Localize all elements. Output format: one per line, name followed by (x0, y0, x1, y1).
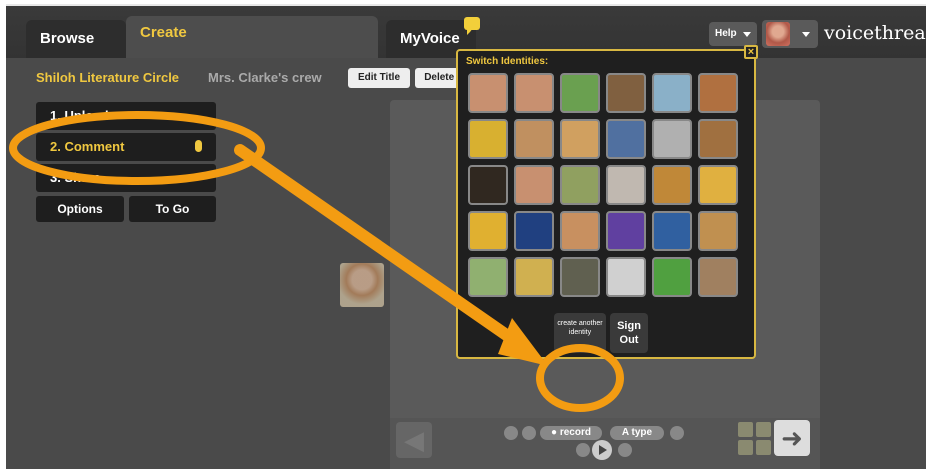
identity-bird-cartoon[interactable] (652, 211, 692, 251)
type-button[interactable]: A type (610, 426, 664, 440)
menu-item-label: 2. Comment (50, 139, 125, 154)
identity-tiger-cartoon[interactable] (698, 165, 738, 205)
thumbnails-icon[interactable] (738, 422, 772, 456)
create-identity-button[interactable]: create another identity (554, 313, 606, 353)
user-menu-button[interactable] (762, 20, 818, 48)
identity-zebra[interactable] (652, 119, 692, 159)
identity-black-dog[interactable] (468, 165, 508, 205)
identity-kitten[interactable] (606, 165, 646, 205)
edit-title-button[interactable]: Edit Title (348, 68, 410, 88)
dialog-title: Switch Identities: (466, 56, 549, 67)
options-button[interactable]: Options (36, 196, 124, 222)
menu-item-label: 3. Share (50, 170, 101, 185)
avatar (766, 22, 790, 46)
previous-slide-arrow-icon[interactable]: ◀ (396, 422, 432, 458)
commenter-avatar[interactable] (340, 263, 384, 307)
identity-turtle[interactable] (468, 257, 508, 297)
chevron-down-icon (802, 32, 810, 41)
thread-crew: Mrs. Clarke's crew (208, 70, 322, 85)
previous-icon[interactable] (576, 443, 590, 457)
identity-raccoon[interactable] (560, 257, 600, 297)
sign-out-button[interactable]: Sign Out (610, 313, 648, 353)
identity-grid (468, 73, 750, 297)
tab-create[interactable]: Create (126, 16, 378, 58)
identity-dog-cartoon[interactable] (514, 119, 554, 159)
type-label: type (631, 427, 653, 438)
identity-giraffe[interactable] (514, 257, 554, 297)
help-label: Help (715, 28, 737, 39)
identity-rabbit[interactable] (698, 257, 738, 297)
identity-lizard[interactable] (652, 257, 692, 297)
identity-woman-photo[interactable] (514, 165, 554, 205)
voicethread-app: Browse Create MyVoice Help voicethread S… (6, 4, 926, 469)
menu-item-upload[interactable]: 1. Upload (36, 102, 216, 130)
identity-gorilla[interactable] (606, 73, 646, 113)
voicethread-logo: voicethread (824, 22, 926, 44)
identity-woman-photo[interactable] (468, 73, 508, 113)
menu-button-row: Options To Go (36, 196, 216, 222)
identity-penguin-cartoon[interactable] (606, 211, 646, 251)
identity-bee-cartoon[interactable] (468, 119, 508, 159)
menu-item-comment[interactable]: 2. Comment (36, 133, 216, 161)
play-icon[interactable] (592, 440, 612, 460)
switch-identities-dialog: Switch Identities: × create another iden… (456, 45, 758, 359)
close-icon[interactable]: × (744, 45, 758, 59)
tab-browse[interactable]: Browse (26, 20, 126, 58)
speech-bubble-icon (464, 17, 480, 35)
identity-frog[interactable] (560, 73, 600, 113)
identity-monkey-cartoon[interactable] (560, 211, 600, 251)
identity-mouse[interactable] (606, 257, 646, 297)
identity-penguin[interactable] (606, 119, 646, 159)
menu-item-share[interactable]: 3. Share (36, 164, 216, 192)
record-button[interactable]: ● record (540, 426, 602, 440)
identity-monkey[interactable] (698, 119, 738, 159)
next-slide-arrow-icon[interactable]: ➜ (774, 420, 810, 456)
thread-title: Shiloh Literature Circle (36, 70, 180, 85)
next-icon[interactable] (618, 443, 632, 457)
record-label: record (559, 427, 591, 438)
upload-icon[interactable] (670, 426, 684, 440)
identity-dolphin[interactable] (514, 211, 554, 251)
chevron-down-icon (743, 32, 751, 41)
identity-moose[interactable] (698, 73, 738, 113)
identity-lion[interactable] (652, 165, 692, 205)
microphone-icon (195, 140, 202, 152)
identity-woman-photo[interactable] (514, 73, 554, 113)
phone-icon[interactable] (504, 426, 518, 440)
identity-horse-cartoon[interactable] (560, 119, 600, 159)
identity-lion-cartoon[interactable] (468, 211, 508, 251)
identity-puppy[interactable] (560, 165, 600, 205)
help-button[interactable]: Help (709, 22, 757, 46)
identity-cat-cartoon[interactable] (698, 211, 738, 251)
to-go-button[interactable]: To Go (129, 196, 216, 222)
identity-seal[interactable] (652, 73, 692, 113)
step-menu: 1. Upload 2. Comment 3. Share Options To… (36, 102, 216, 222)
webcam-icon[interactable] (522, 426, 536, 440)
menu-item-label: 1. Upload (50, 108, 109, 123)
